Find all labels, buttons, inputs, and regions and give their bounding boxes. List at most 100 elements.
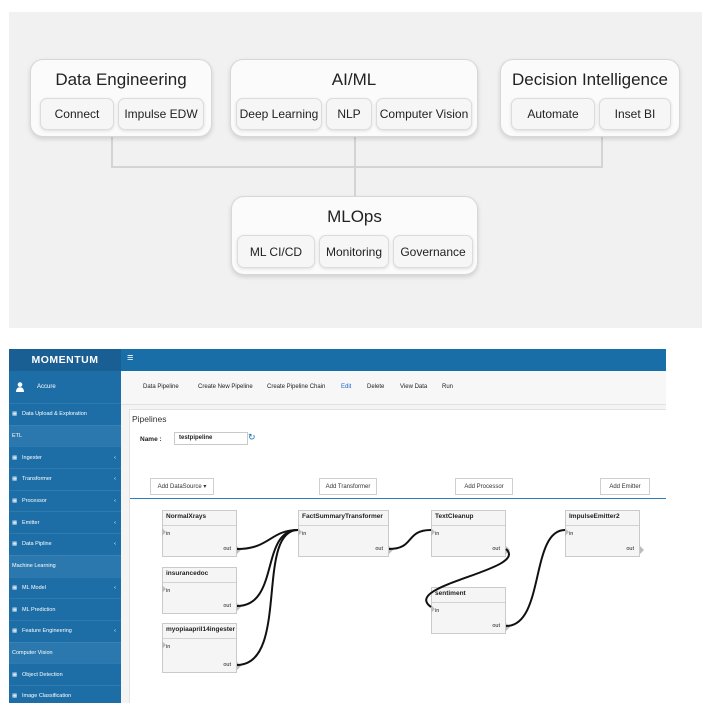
sidebar-item[interactable]: ▦ Data Upload & Exploration — [9, 403, 121, 425]
chevron-left-icon: ‹ — [114, 454, 116, 461]
group-data-engineering: Data Engineering Connect Impulse EDW — [30, 59, 212, 137]
out-port-icon[interactable] — [237, 603, 241, 611]
panel-title: Pipelines — [132, 414, 167, 424]
nav-edit[interactable]: Edit — [341, 384, 351, 390]
nav-data-pipeline[interactable]: Data Pipeline — [143, 384, 179, 390]
sidebar-item[interactable]: ▦ ML Prediction — [9, 598, 121, 620]
grid-icon: ▦ — [12, 519, 18, 526]
pipeline-name-input[interactable]: testpipeline — [174, 432, 248, 445]
sidebar-item-label: ML Prediction — [22, 606, 56, 613]
out-port-icon[interactable] — [237, 546, 241, 554]
add-datasource-button[interactable]: Add DataSource ▾ — [150, 478, 214, 495]
user-panel[interactable]: Accure — [9, 371, 121, 403]
add-emitter-button[interactable]: Add Emitter — [600, 478, 650, 495]
chevron-left-icon: ‹ — [114, 584, 116, 591]
group-ai-ml: AI/ML Deep Learning NLP Computer Vision — [230, 59, 478, 137]
group-title: MLOps — [327, 207, 382, 226]
user-icon — [9, 382, 31, 392]
chevron-left-icon: ‹ — [114, 519, 116, 526]
sidebar-menu: ▦ Data Upload & Exploration ETL ▦ Ingester ‹ ▦… — [9, 403, 121, 703]
sidebar-item[interactable]: ▦ Emitter ‹ — [9, 511, 121, 533]
in-label: in — [166, 644, 171, 650]
sidebar-item[interactable]: ▦ Data Pipline ‹ — [9, 533, 121, 555]
sidebar-item-label: Feature Engineering — [22, 628, 72, 635]
pipeline-navbar: Data Pipeline Create New Pipeline Create… — [121, 371, 666, 405]
sidebar-item-label: Ingester — [22, 454, 42, 461]
group-title: Decision Intelligence — [512, 70, 668, 89]
node-normalxrays[interactable]: NormalXrays in out — [162, 510, 241, 557]
grid-icon: ▦ — [12, 476, 18, 483]
add-transformer-button[interactable]: Add Transformer — [319, 478, 377, 495]
sidebar-item[interactable]: ▦ Processor ‹ — [9, 489, 121, 512]
out-label: out — [626, 546, 634, 552]
out-label: out — [492, 546, 500, 552]
node-title: ImpulseEmitter2 — [569, 513, 620, 520]
item-governance: Governance — [393, 235, 473, 268]
chevron-left-icon: ‹ — [114, 541, 116, 548]
grid-icon: ▦ — [12, 693, 18, 700]
out-port-icon[interactable] — [506, 623, 510, 631]
item-ml-ci-cd: ML CI/CD — [237, 235, 315, 268]
node-title: NormalXrays — [166, 513, 207, 520]
node-factsummarytransformer[interactable]: FactSummaryTransformer in out — [298, 510, 393, 557]
sidebar-section: ETL — [9, 424, 121, 447]
grid-icon: ▦ — [12, 411, 18, 418]
group-title: Data Engineering — [55, 70, 187, 89]
brand-logo[interactable]: MOMENTUM — [9, 349, 121, 371]
nav-create-new-pipeline[interactable]: Create New Pipeline — [198, 384, 253, 390]
sidebar-item-label: Object Detection — [22, 671, 63, 678]
chevron-left-icon: ‹ — [114, 498, 116, 505]
item-automate: Automate — [511, 98, 595, 130]
user-name: Accure — [37, 384, 56, 390]
nav-view-data[interactable]: View Data — [400, 384, 427, 390]
out-label: out — [223, 603, 231, 609]
item-impulse-edw: Impulse EDW — [118, 98, 204, 130]
out-port-icon[interactable] — [506, 546, 510, 554]
item-deep-learning: Deep Learning — [236, 98, 322, 130]
out-port-icon[interactable] — [237, 662, 241, 670]
node-title: insurancedoc — [166, 570, 209, 577]
sidebar-item-label: Image Classification — [22, 693, 72, 700]
group-decision-intelligence: Decision Intelligence Automate Inset BI — [500, 59, 680, 137]
divider-line — [130, 498, 666, 499]
sidebar-item[interactable]: ▦ Ingester ‹ — [9, 446, 121, 468]
sidebar-item-label: Transformer — [22, 476, 52, 483]
node-impulseemitter2[interactable]: ImpulseEmitter2 in out — [565, 510, 644, 557]
grid-icon: ▦ — [12, 628, 18, 635]
connection-factsummary-to-textcleanup — [388, 529, 432, 550]
main-content: Data Pipeline Create New Pipeline Create… — [121, 371, 666, 703]
sidebar-item[interactable]: ▦ ML Model ‹ — [9, 576, 121, 599]
nav-delete[interactable]: Delete — [367, 384, 384, 390]
add-processor-button[interactable]: Add Processor — [455, 478, 513, 495]
sidebar-item-label: Processor — [22, 498, 47, 505]
node-textcleanup[interactable]: TextCleanup in out — [431, 510, 510, 557]
sidebar-item-label: Data Upload & Exploration — [22, 411, 87, 418]
sidebar-item[interactable]: ▦ Image Classification — [9, 684, 121, 703]
menu-toggle-icon[interactable]: ≡ — [127, 352, 133, 364]
grid-icon: ▦ — [12, 498, 18, 505]
out-port-icon[interactable] — [640, 546, 644, 554]
item-nlp: NLP — [326, 98, 372, 130]
refresh-icon[interactable]: ↻ — [248, 432, 256, 443]
nav-create-pipeline-chain[interactable]: Create Pipeline Chain — [267, 384, 325, 390]
out-port-icon[interactable] — [389, 546, 393, 554]
node-title: TextCleanup — [435, 513, 474, 520]
sidebar-item[interactable]: ▦ Transformer ‹ — [9, 468, 121, 490]
item-computer-vision: Computer Vision — [376, 98, 472, 130]
nav-run[interactable]: Run — [442, 384, 453, 390]
in-label: in — [166, 531, 171, 537]
out-label: out — [492, 623, 500, 629]
sidebar-item[interactable]: ▦ Feature Engineering ‹ — [9, 619, 121, 642]
node-sentiment[interactable]: sentiment in out — [431, 587, 510, 634]
top-bar: MOMENTUM ≡ — [9, 349, 666, 371]
sidebar-section: Computer Vision — [9, 641, 121, 664]
node-insurancedoc[interactable]: insurancedoc in out — [162, 567, 241, 614]
grid-icon: ▦ — [12, 541, 18, 548]
sidebar-item-label: ML Model — [22, 584, 46, 591]
name-label: Name : — [140, 436, 162, 443]
node-myopiaapril14ingester[interactable]: myopiaapril14ingester in out — [162, 623, 241, 673]
sidebar-item[interactable]: ▦ Object Detection — [9, 663, 121, 685]
group-mlops: MLOps ML CI/CD Monitoring Governance — [231, 196, 478, 275]
architecture-diagram: Data Engineering Connect Impulse EDW AI/… — [9, 12, 702, 328]
item-connect: Connect — [40, 98, 114, 130]
